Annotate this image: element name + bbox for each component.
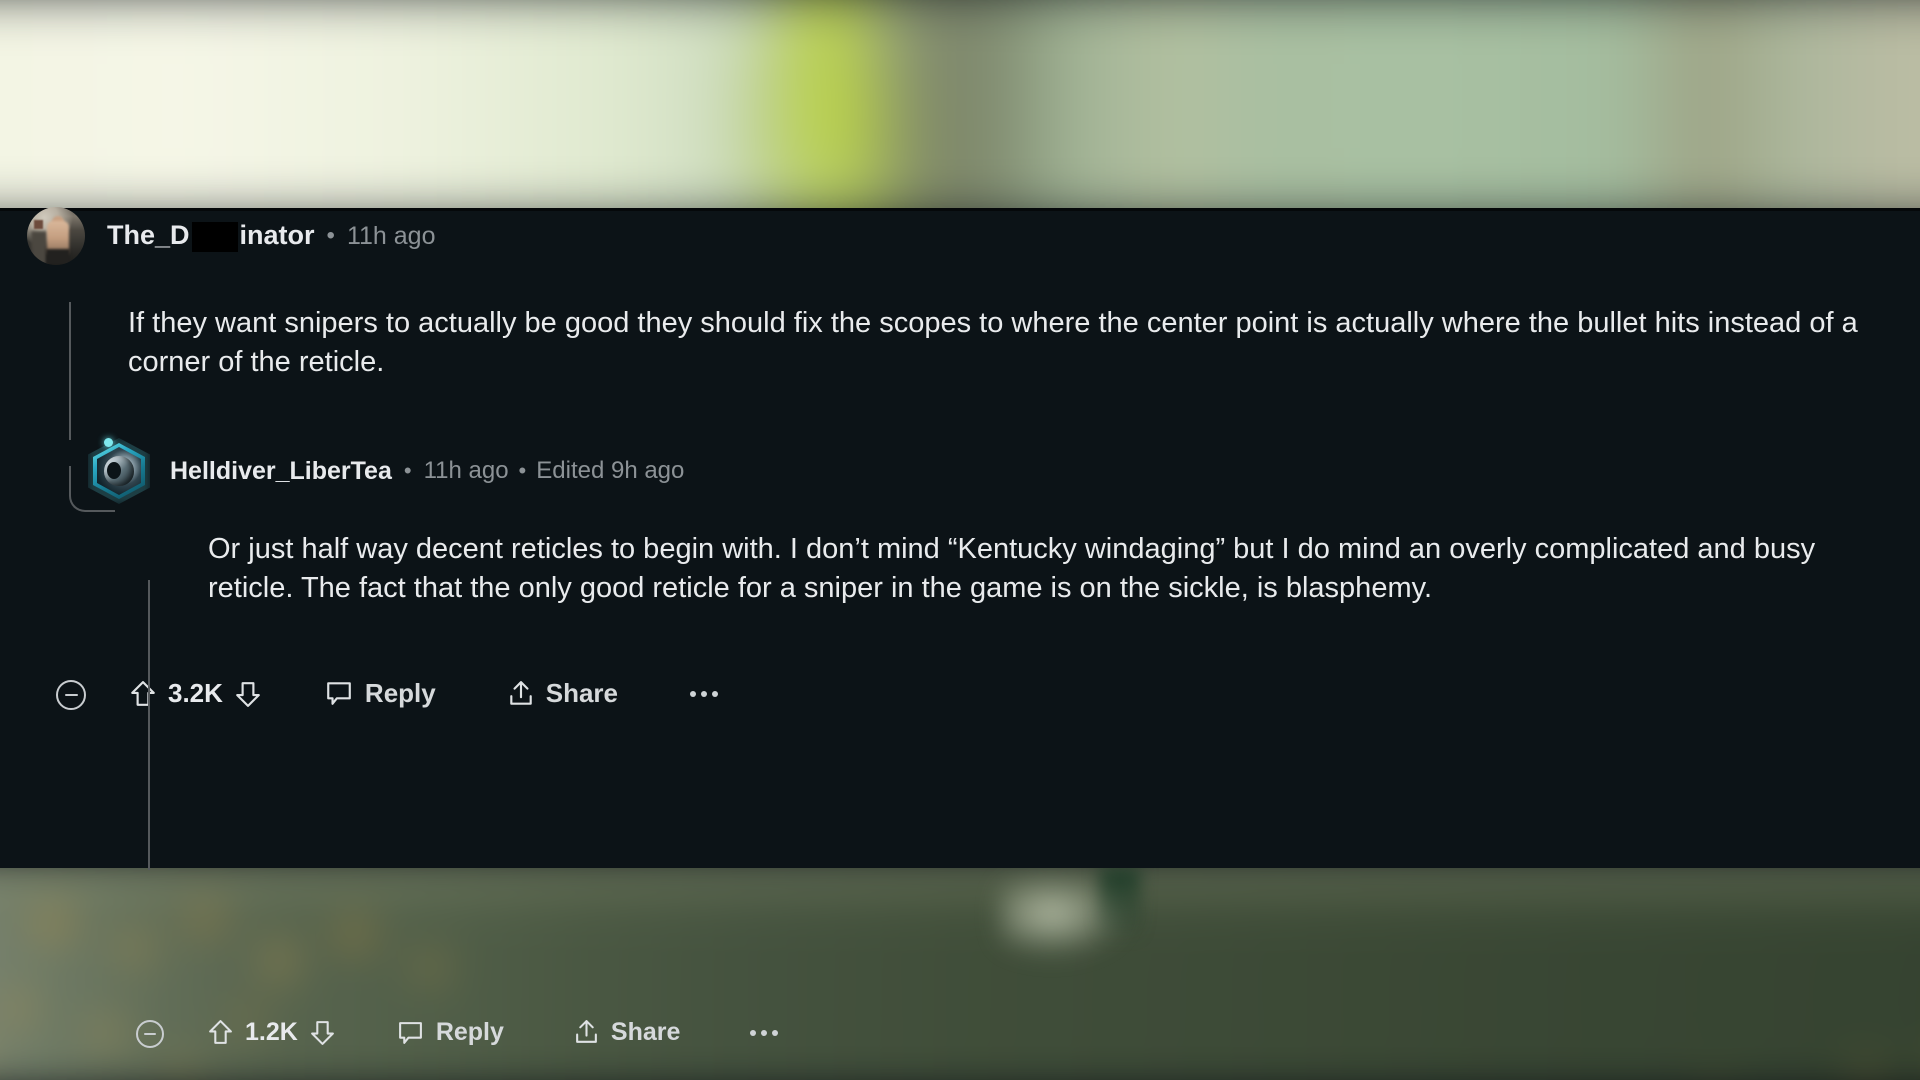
comment-edited-label: Edited 9h ago (536, 457, 685, 484)
upvote-arrow-icon (130, 680, 156, 708)
comment-actions-reply: 1.2K Reply Share (208, 1018, 779, 1047)
ellipsis-dot-2 (701, 690, 707, 697)
avatar-visor (107, 462, 121, 479)
share-button[interactable]: Share (508, 678, 618, 709)
comment-author-name[interactable]: The_D inator (107, 220, 315, 252)
avatar[interactable] (27, 207, 85, 265)
collapse-button[interactable] (136, 1020, 164, 1048)
comment-bubble-icon (397, 1020, 424, 1046)
upvote-button[interactable] (208, 1019, 233, 1046)
author-name-prefix: The_D (107, 220, 190, 251)
thread-line-root[interactable] (69, 302, 71, 440)
ellipsis-dot-1 (690, 690, 696, 697)
avatar-person-legs (46, 249, 70, 265)
avatar-bg-door (31, 231, 47, 265)
vote-score: 3.2K (168, 678, 223, 708)
author-name-suffix: inator (239, 220, 315, 251)
downvote-button[interactable] (235, 680, 261, 708)
comment-author-name[interactable]: Helldiver_LiberTea (170, 457, 392, 486)
share-label: Share (610, 1018, 681, 1046)
share-upload-icon (508, 680, 534, 708)
reply-button[interactable]: Reply (325, 678, 436, 709)
downvote-button[interactable] (310, 1019, 335, 1046)
share-label: Share (545, 678, 618, 708)
comment-actions-root: 3.2K Reply Share (130, 678, 718, 709)
comment-timestamp[interactable]: 11h ago (347, 222, 436, 251)
comment-body: If they want snipers to actually be good… (128, 307, 1858, 378)
gold-flowers-right (1543, 989, 1920, 1080)
avatar[interactable] (88, 438, 150, 504)
comment-timestamp[interactable]: 11h ago (424, 457, 509, 485)
minus-icon (64, 693, 78, 697)
reply-button[interactable]: Reply (397, 1018, 504, 1047)
comment-header-reply: Helldiver_LiberTea • 11h ago • Edited 9h… (88, 438, 685, 504)
minus-icon (144, 1032, 156, 1036)
ellipsis-dot-3 (712, 690, 718, 697)
meta-separator: • (403, 458, 412, 483)
comment-body: Or just half way decent reticles to begi… (208, 533, 1816, 604)
vote-score: 1.2K (245, 1018, 298, 1046)
share-upload-icon (574, 1019, 599, 1046)
meta-separator: • (326, 222, 335, 249)
collapse-button[interactable] (56, 680, 86, 710)
upvote-button[interactable] (130, 680, 156, 708)
ellipsis-dot-3 (772, 1029, 779, 1036)
ellipsis-dot-1 (750, 1029, 757, 1036)
downvote-arrow-icon (235, 680, 261, 708)
upvote-arrow-icon (208, 1019, 233, 1046)
gold-flowers-left (0, 881, 593, 1080)
more-options-button[interactable] (690, 690, 718, 697)
screenshot-root: The_D inator • 11h ago If they want snipe… (0, 0, 1920, 1080)
background-dark-blade (1100, 868, 1140, 948)
background-trunk-shape-right (1643, 0, 1789, 225)
comment-bubble-icon (325, 680, 353, 707)
meta-separator-2: • (518, 458, 527, 483)
reply-label: Reply (435, 1018, 504, 1046)
downvote-arrow-icon (310, 1019, 335, 1046)
more-options-button[interactable] (750, 1029, 779, 1036)
avatar-bg-frame (34, 220, 43, 229)
comment-header-root: The_D inator • 11h ago (27, 207, 435, 265)
background-photo-top (0, 0, 1920, 225)
share-button[interactable]: Share (574, 1018, 680, 1047)
author-name-redaction (191, 221, 238, 252)
ellipsis-dot-2 (761, 1029, 768, 1036)
comment-overlay-panel: The_D inator • 11h ago If they want snipe… (0, 207, 1920, 1048)
comment-thread: The_D inator • 11h ago If they want snipe… (0, 207, 1920, 1048)
reply-label: Reply (364, 678, 436, 708)
avatar-antenna-light (104, 438, 113, 447)
background-trunk-shape (870, 0, 1061, 225)
thread-line-reply[interactable] (148, 580, 150, 870)
